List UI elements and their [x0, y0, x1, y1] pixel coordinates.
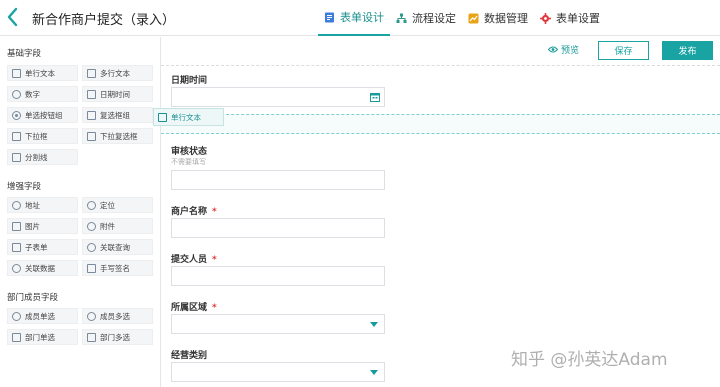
field-address[interactable]: 地址	[7, 197, 78, 213]
region-label: 所属区域 *	[171, 303, 217, 313]
text-field-icon	[12, 68, 21, 78]
field-member-multi[interactable]: 成员多选	[82, 308, 153, 324]
field-single-text[interactable]: 单行文本	[7, 65, 78, 81]
eye-icon	[548, 46, 558, 53]
form-canvas: 预览 保存 发布 日期时间 审核状态 不需要填写 商户名称 * 提交人员 * 所属区…	[161, 37, 720, 387]
field-subform[interactable]: 子表单	[7, 239, 78, 255]
field-linked-query[interactable]: 关联查询	[82, 239, 153, 255]
departments-icon	[87, 332, 96, 342]
radio-icon	[12, 110, 21, 120]
field-radio-group[interactable]: 单选按钮组	[7, 107, 78, 123]
group-title-enhanced: 增强字段	[7, 182, 42, 192]
tab-label: 表单设置	[556, 12, 600, 25]
dropdown-icon	[12, 131, 21, 141]
text-field-icon	[158, 112, 167, 122]
required-mark: *	[212, 303, 217, 313]
department-icon	[12, 332, 21, 342]
gear-icon	[540, 12, 551, 24]
audit-status-input[interactable]	[171, 170, 385, 190]
field-dropdown-multi[interactable]: 下拉复选框	[82, 128, 153, 144]
field-attachment[interactable]: 附件	[82, 218, 153, 234]
group-title-basic: 基础字段	[7, 49, 42, 59]
tab-label: 流程设定	[412, 12, 456, 25]
watermark: 知乎 @孙英达Adam	[511, 350, 668, 370]
field-number[interactable]: 数字	[7, 86, 78, 102]
datetime-label: 日期时间	[171, 76, 208, 86]
group-title-dept: 部门成员字段	[7, 293, 59, 303]
dropdown-multi-icon	[87, 131, 96, 141]
field-signature[interactable]: 手写签名	[82, 260, 153, 276]
caret-down-icon	[370, 322, 378, 327]
field-dropdown[interactable]: 下拉框	[7, 128, 78, 144]
back-arrow-icon[interactable]	[6, 7, 20, 27]
divider-icon	[12, 152, 21, 162]
users-icon	[87, 311, 96, 321]
publish-button[interactable]: 发布	[662, 41, 713, 60]
field-position[interactable]: 定位	[82, 197, 153, 213]
field-divider[interactable]: 分割线	[7, 149, 78, 165]
tab-label: 表单设计	[340, 11, 384, 24]
location-pin-icon	[12, 200, 21, 210]
tab-bar: 表单设计 流程设定 数据管理 表单设置	[318, 0, 606, 36]
audit-status-hint: 不需要填写	[171, 158, 206, 166]
category-label: 经营类别	[171, 351, 208, 361]
field-image[interactable]: 图片	[7, 218, 78, 234]
required-mark: *	[212, 207, 217, 217]
top-header: 新合作商户提交（录入） 表单设计 流程设定 数据管理 表单设置	[0, 0, 720, 36]
field-member-single[interactable]: 成员单选	[7, 308, 78, 324]
tab-data-management[interactable]: 数据管理	[462, 0, 534, 36]
data-icon	[468, 13, 479, 24]
preview-button[interactable]: 预览	[548, 43, 579, 56]
submitter-label: 提交人员 *	[171, 255, 217, 265]
flow-icon	[396, 13, 407, 24]
image-icon	[12, 221, 21, 231]
drop-placeholder	[161, 114, 720, 134]
field-dept-multi[interactable]: 部门多选	[82, 329, 153, 345]
datetime-input[interactable]	[171, 87, 385, 107]
calendar-icon	[87, 89, 96, 99]
crosshair-icon	[87, 200, 96, 210]
save-button[interactable]: 保存	[598, 41, 649, 60]
subform-icon	[12, 242, 21, 252]
audit-status-label: 审核状态	[171, 147, 208, 157]
user-icon	[12, 311, 21, 321]
tab-flow-settings[interactable]: 流程设定	[390, 0, 462, 36]
link-icon	[12, 263, 21, 273]
field-dept-single[interactable]: 部门单选	[7, 329, 78, 345]
tab-form-settings[interactable]: 表单设置	[534, 0, 606, 36]
textarea-icon	[87, 68, 96, 78]
caret-down-icon	[370, 370, 378, 375]
field-multi-text[interactable]: 多行文本	[82, 65, 153, 81]
field-linked-data[interactable]: 关联数据	[7, 260, 78, 276]
toolbar-divider	[161, 65, 720, 66]
category-select[interactable]	[171, 362, 385, 382]
link-search-icon	[87, 242, 96, 252]
pen-icon	[87, 263, 96, 273]
dragging-field-single-text[interactable]: 单行文本	[153, 108, 224, 126]
page-title: 新合作商户提交（录入）	[32, 13, 176, 28]
region-select[interactable]	[171, 314, 385, 334]
tab-form-design[interactable]: 表单设计	[318, 0, 390, 36]
required-mark: *	[212, 255, 217, 265]
number-icon	[12, 89, 21, 99]
field-palette: 基础字段 单行文本 多行文本 数字 日期时间 单选按钮组 复选框组 下拉框 下拉…	[0, 37, 161, 387]
submitter-input[interactable]	[171, 266, 385, 286]
calendar-icon[interactable]	[370, 92, 380, 102]
field-checkbox-group[interactable]: 复选框组	[82, 107, 153, 123]
field-datetime[interactable]: 日期时间	[82, 86, 153, 102]
tab-label: 数据管理	[484, 12, 528, 25]
merchant-name-label: 商户名称 *	[171, 207, 217, 217]
upload-cloud-icon	[87, 221, 96, 231]
merchant-name-input[interactable]	[171, 218, 385, 238]
form-icon	[324, 12, 335, 23]
checkbox-icon	[87, 110, 96, 120]
